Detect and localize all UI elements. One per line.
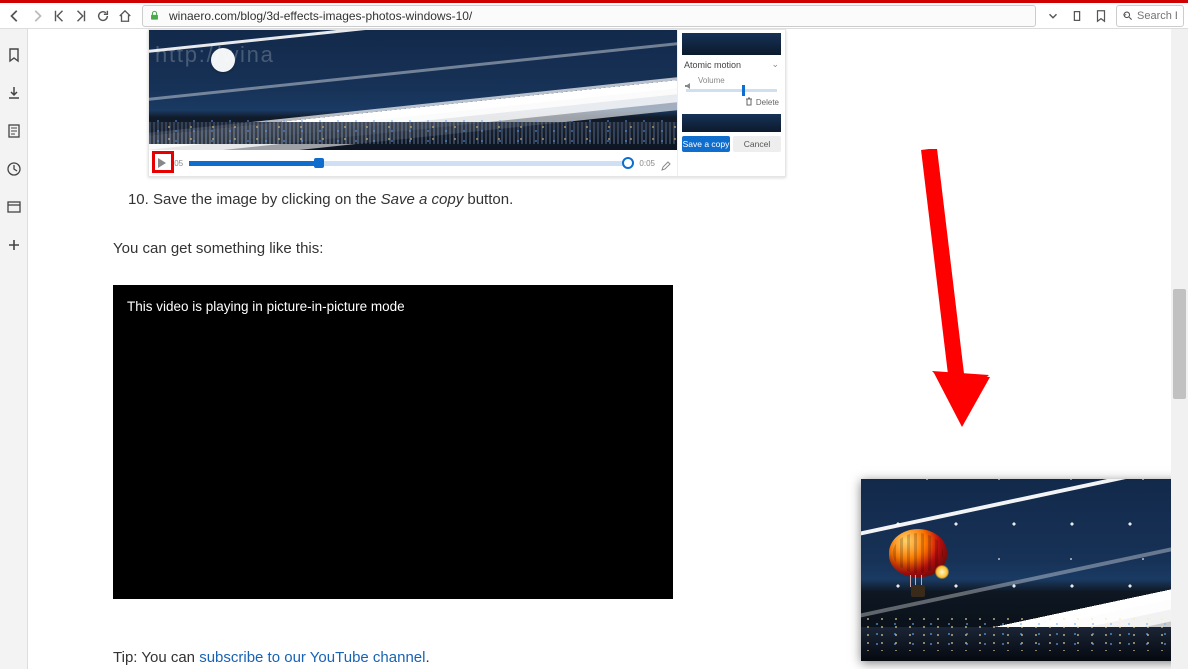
page-viewport: http://wina :05 0:05 <box>28 29 1188 669</box>
trash-icon <box>745 97 753 108</box>
reload-button[interactable] <box>92 5 114 27</box>
chevron-down-icon: ⌄ <box>771 59 779 70</box>
step-command-em: Save a copy <box>381 191 464 208</box>
search-input[interactable] <box>1137 10 1177 22</box>
sidepanel-thumb <box>682 33 781 55</box>
screenshot-sidepanel: Atomic motion ⌄ Volume Delete Save a c <box>677 30 785 176</box>
window-panel-icon[interactable] <box>6 199 22 215</box>
sidepanel-effect-row: Atomic motion ⌄ <box>678 55 785 74</box>
search-icon <box>1117 10 1137 21</box>
address-bar[interactable] <box>142 5 1036 27</box>
dropdown-marker-icon[interactable] <box>1042 5 1064 27</box>
fastforward-button[interactable] <box>70 5 92 27</box>
sidepanel-large-thumb <box>682 114 781 132</box>
pip-message: This video is playing in picture-in-pict… <box>127 299 405 314</box>
cancel-button-shot: Cancel <box>733 136 781 152</box>
screenshot-3d-marker <box>211 48 235 72</box>
step-text-b: button. <box>463 191 513 208</box>
article-screenshot-app: http://wina :05 0:05 <box>148 29 786 177</box>
pip-floating-window[interactable] <box>861 479 1184 661</box>
playbar-time-end: 0:05 <box>639 159 655 168</box>
screenshot-preview-pane: http://wina :05 0:05 <box>149 30 677 176</box>
volume-icon <box>684 77 694 85</box>
forward-button[interactable] <box>26 5 48 27</box>
downloads-icon[interactable] <box>6 85 22 101</box>
embedded-video[interactable]: This video is playing in picture-in-pict… <box>113 285 673 599</box>
screenshot-playbar: :05 0:05 <box>149 150 677 176</box>
home-button[interactable] <box>114 5 136 27</box>
tip-prefix: Tip: You can <box>113 649 199 666</box>
tip-suffix: . <box>425 649 429 666</box>
article-tip-line: Tip: You can subscribe to our YouTube ch… <box>113 647 953 669</box>
article-paragraph-result: You can get something like this: <box>113 238 953 261</box>
scrollbar-thumb[interactable] <box>1173 289 1186 399</box>
vertical-scrollbar[interactable] <box>1171 29 1188 669</box>
history-icon[interactable] <box>6 161 22 177</box>
effect-label: Atomic motion <box>684 60 741 70</box>
stop-marker-icon[interactable] <box>1066 5 1088 27</box>
browser-sidebar <box>0 29 28 669</box>
delete-label: Delete <box>756 98 779 107</box>
playbar-slider <box>189 161 633 166</box>
volume-slider <box>686 89 777 92</box>
annotation-red-highlight <box>152 151 174 173</box>
bookmarks-icon[interactable] <box>6 47 22 63</box>
url-input[interactable] <box>165 9 1035 23</box>
article-column: http://wina :05 0:05 <box>113 29 953 669</box>
lock-icon <box>143 10 165 21</box>
notes-icon[interactable] <box>6 123 22 139</box>
rewind-button[interactable] <box>48 5 70 27</box>
article-step-10: Save the image by clicking on the Save a… <box>153 191 953 208</box>
search-box[interactable] <box>1116 5 1184 27</box>
back-button[interactable] <box>4 5 26 27</box>
volume-label: Volume <box>698 76 725 85</box>
subscribe-link[interactable]: subscribe to our YouTube channel <box>199 649 425 666</box>
add-panel-icon[interactable] <box>6 237 22 253</box>
article-step-list: Save the image by clicking on the Save a… <box>153 191 953 208</box>
browser-toolbar <box>0 3 1188 29</box>
bookmark-page-icon[interactable] <box>1090 5 1112 27</box>
save-a-copy-button: Save a copy <box>682 136 730 152</box>
edit-icon <box>661 158 671 168</box>
sidepanel-delete-row: Delete <box>678 94 785 111</box>
step-text-a: Save the image by clicking on the <box>153 191 381 208</box>
pip-flare <box>935 565 949 579</box>
